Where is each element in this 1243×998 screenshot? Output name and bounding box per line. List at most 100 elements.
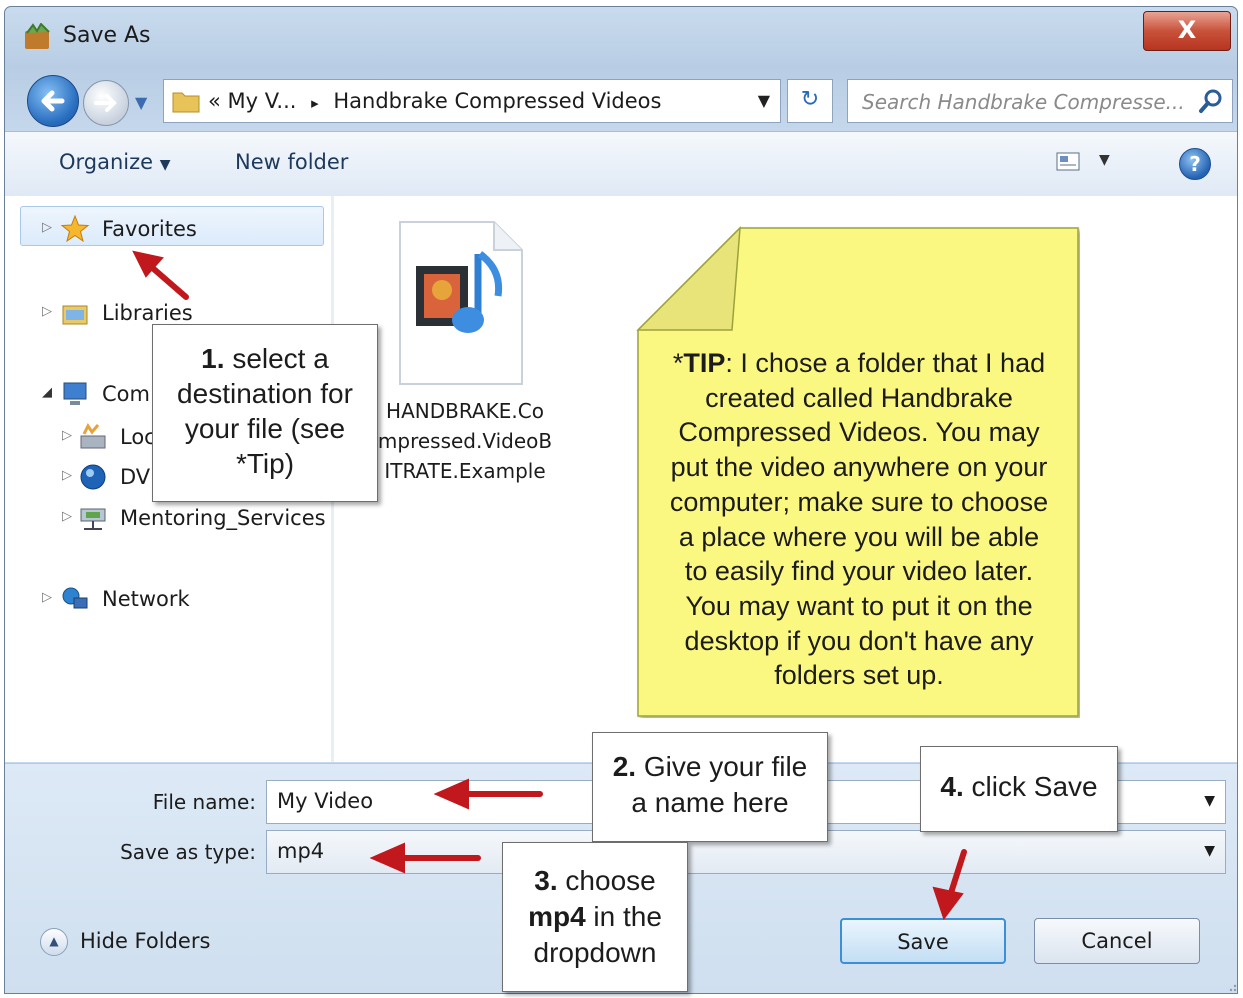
- back-button[interactable]: [27, 75, 79, 127]
- help-button[interactable]: ?: [1179, 148, 1211, 180]
- callout-line: a name here: [631, 787, 789, 818]
- view-icon: [1056, 152, 1080, 171]
- callout-step-4: 4. click Save: [920, 746, 1118, 832]
- close-button[interactable]: X: [1143, 11, 1231, 51]
- forward-arrow-icon: [94, 94, 117, 112]
- tip-line: desktop if you don't have any: [684, 625, 1034, 656]
- callout-line: 3. choose: [503, 863, 687, 899]
- callout-text: Give your file: [643, 751, 808, 782]
- callout-line: destination for: [177, 378, 353, 409]
- address-prefix: «: [208, 89, 221, 113]
- search-box[interactable]: Search Handbrake Compresse...: [847, 79, 1233, 123]
- libraries-icon: [62, 305, 88, 325]
- app-icon: [25, 23, 50, 49]
- callout-text: select a: [232, 343, 329, 374]
- change-view-button[interactable]: ▼: [1055, 150, 1115, 178]
- file-name-value: My Video: [277, 789, 374, 813]
- callout-step-3: 3. choose mp4 in the dropdown: [502, 842, 688, 992]
- callout-line: mp4 in the: [503, 899, 687, 935]
- callout-bold: mp4: [528, 901, 586, 932]
- network-icon: [62, 587, 88, 609]
- search-placeholder: Search Handbrake Compresse...: [862, 90, 1185, 114]
- file-name-label-text: File name:: [152, 790, 256, 814]
- file-name-label[interactable]: HANDBRAKE.Co mpressed.VideoB ITRATE.Exam…: [370, 396, 560, 486]
- callout-text: click Save: [971, 771, 1098, 802]
- window-title: Save As: [63, 23, 151, 48]
- sidebar-item-label: Com: [102, 382, 150, 406]
- cancel-button[interactable]: Cancel: [1034, 918, 1200, 964]
- history-dropdown-icon[interactable]: ▼: [135, 93, 147, 112]
- back-arrow-icon: [41, 90, 65, 112]
- collapse-arrow-icon[interactable]: ◢: [42, 385, 52, 400]
- hide-folders-button[interactable]: ▲ Hide Folders: [40, 928, 210, 956]
- local-disk-icon: [80, 423, 106, 449]
- file-name-line: HANDBRAKE.Co: [386, 399, 544, 423]
- computer-icon: [63, 382, 87, 405]
- tip-line: to easily find your video later.: [684, 556, 1034, 587]
- tip-line: put the video anywhere on your: [670, 452, 1048, 483]
- callout-text: in the: [593, 901, 662, 932]
- tip-line: *TIP: I chose a folder that I had: [644, 346, 1074, 381]
- chevron-down-icon[interactable]: ▼: [1204, 843, 1215, 859]
- callout-step-2: 2. Give your file a name here: [592, 732, 828, 842]
- chevron-up-icon: ▲: [40, 928, 68, 956]
- expand-arrow-icon[interactable]: ▷: [62, 468, 72, 483]
- refresh-button[interactable]: ↻: [787, 79, 833, 123]
- sidebar-item-label: Network: [102, 587, 190, 611]
- close-icon: X: [1177, 16, 1197, 44]
- step-number: 4.: [940, 771, 964, 802]
- address-path: « My V... ▸ Handbrake Compressed Videos: [208, 89, 661, 113]
- tip-line: You may want to put it on the: [685, 590, 1033, 621]
- save-type-value: mp4: [277, 839, 325, 863]
- expand-arrow-icon[interactable]: ▷: [42, 220, 52, 235]
- callout-line: dropdown: [533, 937, 657, 968]
- expand-arrow-icon[interactable]: ▷: [42, 590, 52, 605]
- breadcrumb-my-videos[interactable]: My V...: [228, 89, 297, 113]
- tip-line: Compressed Videos. You may: [678, 417, 1040, 448]
- breadcrumb-separator-icon: ▸: [311, 94, 319, 112]
- sidebar-item-label: Loc: [120, 425, 156, 449]
- organize-label: Organize: [59, 150, 154, 174]
- sidebar-item-favorites[interactable]: ▷ Favorites: [42, 210, 322, 248]
- save-button[interactable]: Save: [840, 918, 1006, 964]
- file-name-line: mpressed.VideoB: [377, 429, 553, 453]
- expand-arrow-icon[interactable]: ▷: [62, 428, 72, 443]
- tip-line: folders set up.: [774, 660, 944, 691]
- tip-line: created called Handbrake: [705, 382, 1013, 413]
- command-toolbar: Organize ▼ New folder ▼ ?: [5, 131, 1237, 197]
- sidebar-item-label: Favorites: [102, 217, 197, 241]
- callout-line: your file (see: [184, 413, 346, 444]
- sidebar-item-mentoring-services[interactable]: ▷ Mentoring_Services: [62, 499, 326, 537]
- folder-icon: [172, 92, 200, 113]
- callout-step-1: 1. select a destination for your file (s…: [152, 324, 378, 502]
- expand-arrow-icon[interactable]: ▷: [62, 509, 72, 524]
- sidebar-item-network[interactable]: ▷ Network: [42, 580, 322, 618]
- tip-label: TIP: [683, 348, 726, 378]
- organize-menu[interactable]: Organize ▼: [59, 150, 171, 174]
- breadcrumb-current-folder[interactable]: Handbrake Compressed Videos: [333, 89, 661, 113]
- sidebar-item-label: Libraries: [102, 301, 193, 325]
- forward-button[interactable]: [83, 80, 129, 126]
- video-file-icon[interactable]: [398, 220, 524, 386]
- callout-line: 2. Give your file: [593, 749, 827, 785]
- callout-text: choose: [565, 865, 656, 896]
- resize-grip-icon[interactable]: [1223, 978, 1237, 992]
- star-icon: [60, 214, 90, 243]
- search-icon[interactable]: [1198, 88, 1224, 114]
- tip-star: *: [672, 348, 684, 378]
- hide-folders-label: Hide Folders: [80, 929, 211, 953]
- expand-arrow-icon[interactable]: ▷: [42, 304, 52, 319]
- title-bar: Save As X: [5, 7, 1237, 67]
- step-number: 3.: [534, 865, 558, 896]
- network-drive-icon: [80, 508, 106, 530]
- address-bar[interactable]: « My V... ▸ Handbrake Compressed Videos …: [163, 79, 781, 123]
- step-number: 1.: [201, 343, 225, 374]
- tip-line-text: : I chose a folder that I had: [725, 348, 1046, 378]
- callout-line: 1. select a: [153, 341, 377, 376]
- callout-line: *Tip): [235, 448, 295, 479]
- chevron-down-icon[interactable]: ▼: [1204, 793, 1215, 809]
- tip-text: *TIP: I chose a folder that I had create…: [644, 346, 1074, 693]
- address-dropdown-icon[interactable]: ▼: [758, 91, 770, 110]
- new-folder-button[interactable]: New folder: [235, 150, 348, 174]
- refresh-icon: ↻: [800, 87, 820, 112]
